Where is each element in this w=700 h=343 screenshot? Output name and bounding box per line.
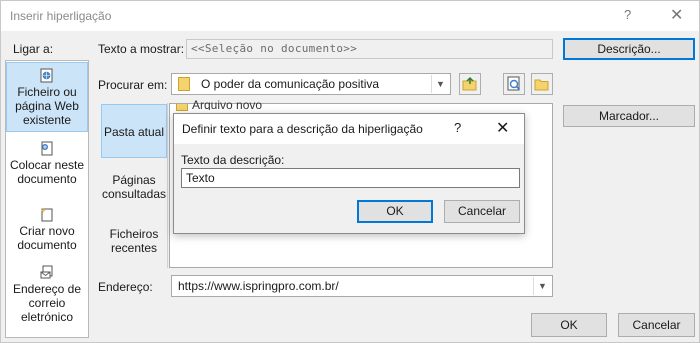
email-icon	[40, 265, 53, 279]
tab-label: Páginas	[112, 173, 156, 187]
address-value: https://www.ispringpro.com.br/	[178, 279, 339, 293]
bookmark-button[interactable]: Marcador...	[563, 105, 695, 127]
nav-label-line: existente	[22, 113, 72, 127]
nav-email-address[interactable]: Endereço de correio eletrónico	[6, 265, 88, 331]
screentip-help-button[interactable]: ?	[454, 120, 461, 135]
up-one-folder-button[interactable]	[459, 73, 481, 95]
screentip-field-label: Texto da descrição:	[181, 153, 285, 167]
browse-file-button[interactable]	[531, 73, 553, 95]
close-button[interactable]: ✕	[670, 5, 683, 25]
tab-recent-files[interactable]: Ficheiros recentes	[101, 227, 167, 257]
folder-icon	[178, 77, 190, 91]
look-in-value: O poder da comunicação positiva	[201, 77, 380, 91]
address-label: Endereço:	[98, 280, 153, 294]
nav-label-line: página Web	[15, 99, 79, 113]
screentip-cancel-button[interactable]: Cancelar	[444, 200, 520, 223]
screentip-dialog: Definir texto para a descrição da hiperl…	[173, 113, 525, 234]
chevron-down-icon[interactable]: ▼	[533, 277, 551, 295]
nav-label-line: Ficheiro ou	[17, 85, 77, 99]
tab-browsed-pages[interactable]: Páginas consultadas	[101, 173, 167, 203]
tab-current-folder[interactable]: Pasta atual	[101, 104, 167, 158]
title-bar: Inserir hiperligação ? ✕	[1, 1, 699, 31]
screentip-text-input[interactable]: Texto	[181, 168, 520, 188]
nav-label-line: eletrónico	[20, 310, 74, 324]
link-to-panel: Ficheiro ou página Web existente Colocar…	[5, 60, 89, 338]
nav-existing-file-web-page[interactable]: Ficheiro ou página Web existente	[6, 62, 88, 132]
help-button[interactable]: ?	[624, 7, 631, 22]
text-to-display-input[interactable]: <<Seleção no documento>>	[186, 39, 553, 59]
tab-label: Ficheiros	[109, 227, 159, 241]
window-title: Inserir hiperligação	[10, 9, 112, 23]
folder-icon	[176, 104, 188, 111]
new-document-icon	[40, 208, 53, 222]
tab-label: consultadas	[101, 187, 167, 201]
browse-tabs: Pasta atual Páginas consultadas Ficheiro…	[100, 103, 168, 268]
screentip-close-button[interactable]: ✕	[496, 118, 509, 138]
chevron-down-icon[interactable]: ▼	[431, 75, 449, 93]
browse-web-icon	[507, 76, 521, 91]
ok-button[interactable]: OK	[531, 313, 607, 337]
screentip-ok-button[interactable]: OK	[357, 200, 433, 223]
browse-web-button[interactable]	[503, 73, 525, 95]
nav-place-in-document[interactable]: Colocar neste documento	[6, 141, 88, 189]
insert-hyperlink-dialog: Inserir hiperligação ? ✕ Ligar a: Fichei…	[0, 0, 700, 343]
link-to-label: Ligar a:	[13, 42, 54, 56]
nav-label-line: documento	[17, 172, 77, 186]
nav-label-line: correio	[28, 296, 66, 310]
screentip-button[interactable]: Descrição...	[563, 38, 695, 60]
web-page-icon	[40, 68, 53, 83]
look-in-dropdown[interactable]: O poder da comunicação positiva ▼	[171, 73, 451, 95]
look-in-label: Procurar em:	[98, 78, 168, 92]
text-to-display-label: Texto a mostrar:	[98, 42, 185, 56]
up-folder-icon	[462, 76, 477, 91]
tab-label: recentes	[110, 241, 158, 255]
nav-create-new-document[interactable]: Criar novo documento	[6, 207, 88, 255]
nav-label-line: Colocar neste	[9, 158, 85, 172]
screentip-dialog-title: Definir texto para a descrição da hiperl…	[182, 122, 423, 136]
open-folder-icon	[534, 79, 549, 91]
document-place-icon	[41, 141, 53, 156]
list-item[interactable]: Arquivo novo	[192, 98, 262, 110]
screentip-title-bar: Definir texto para a descrição da hiperl…	[174, 114, 524, 144]
tab-label: Pasta atual	[103, 125, 165, 139]
nav-label-line: Endereço de	[12, 282, 82, 296]
nav-label-line: documento	[17, 238, 77, 252]
cancel-button[interactable]: Cancelar	[618, 313, 695, 337]
nav-label-line: Criar novo	[19, 224, 75, 238]
address-input[interactable]: https://www.ispringpro.com.br/ ▼	[171, 275, 553, 297]
